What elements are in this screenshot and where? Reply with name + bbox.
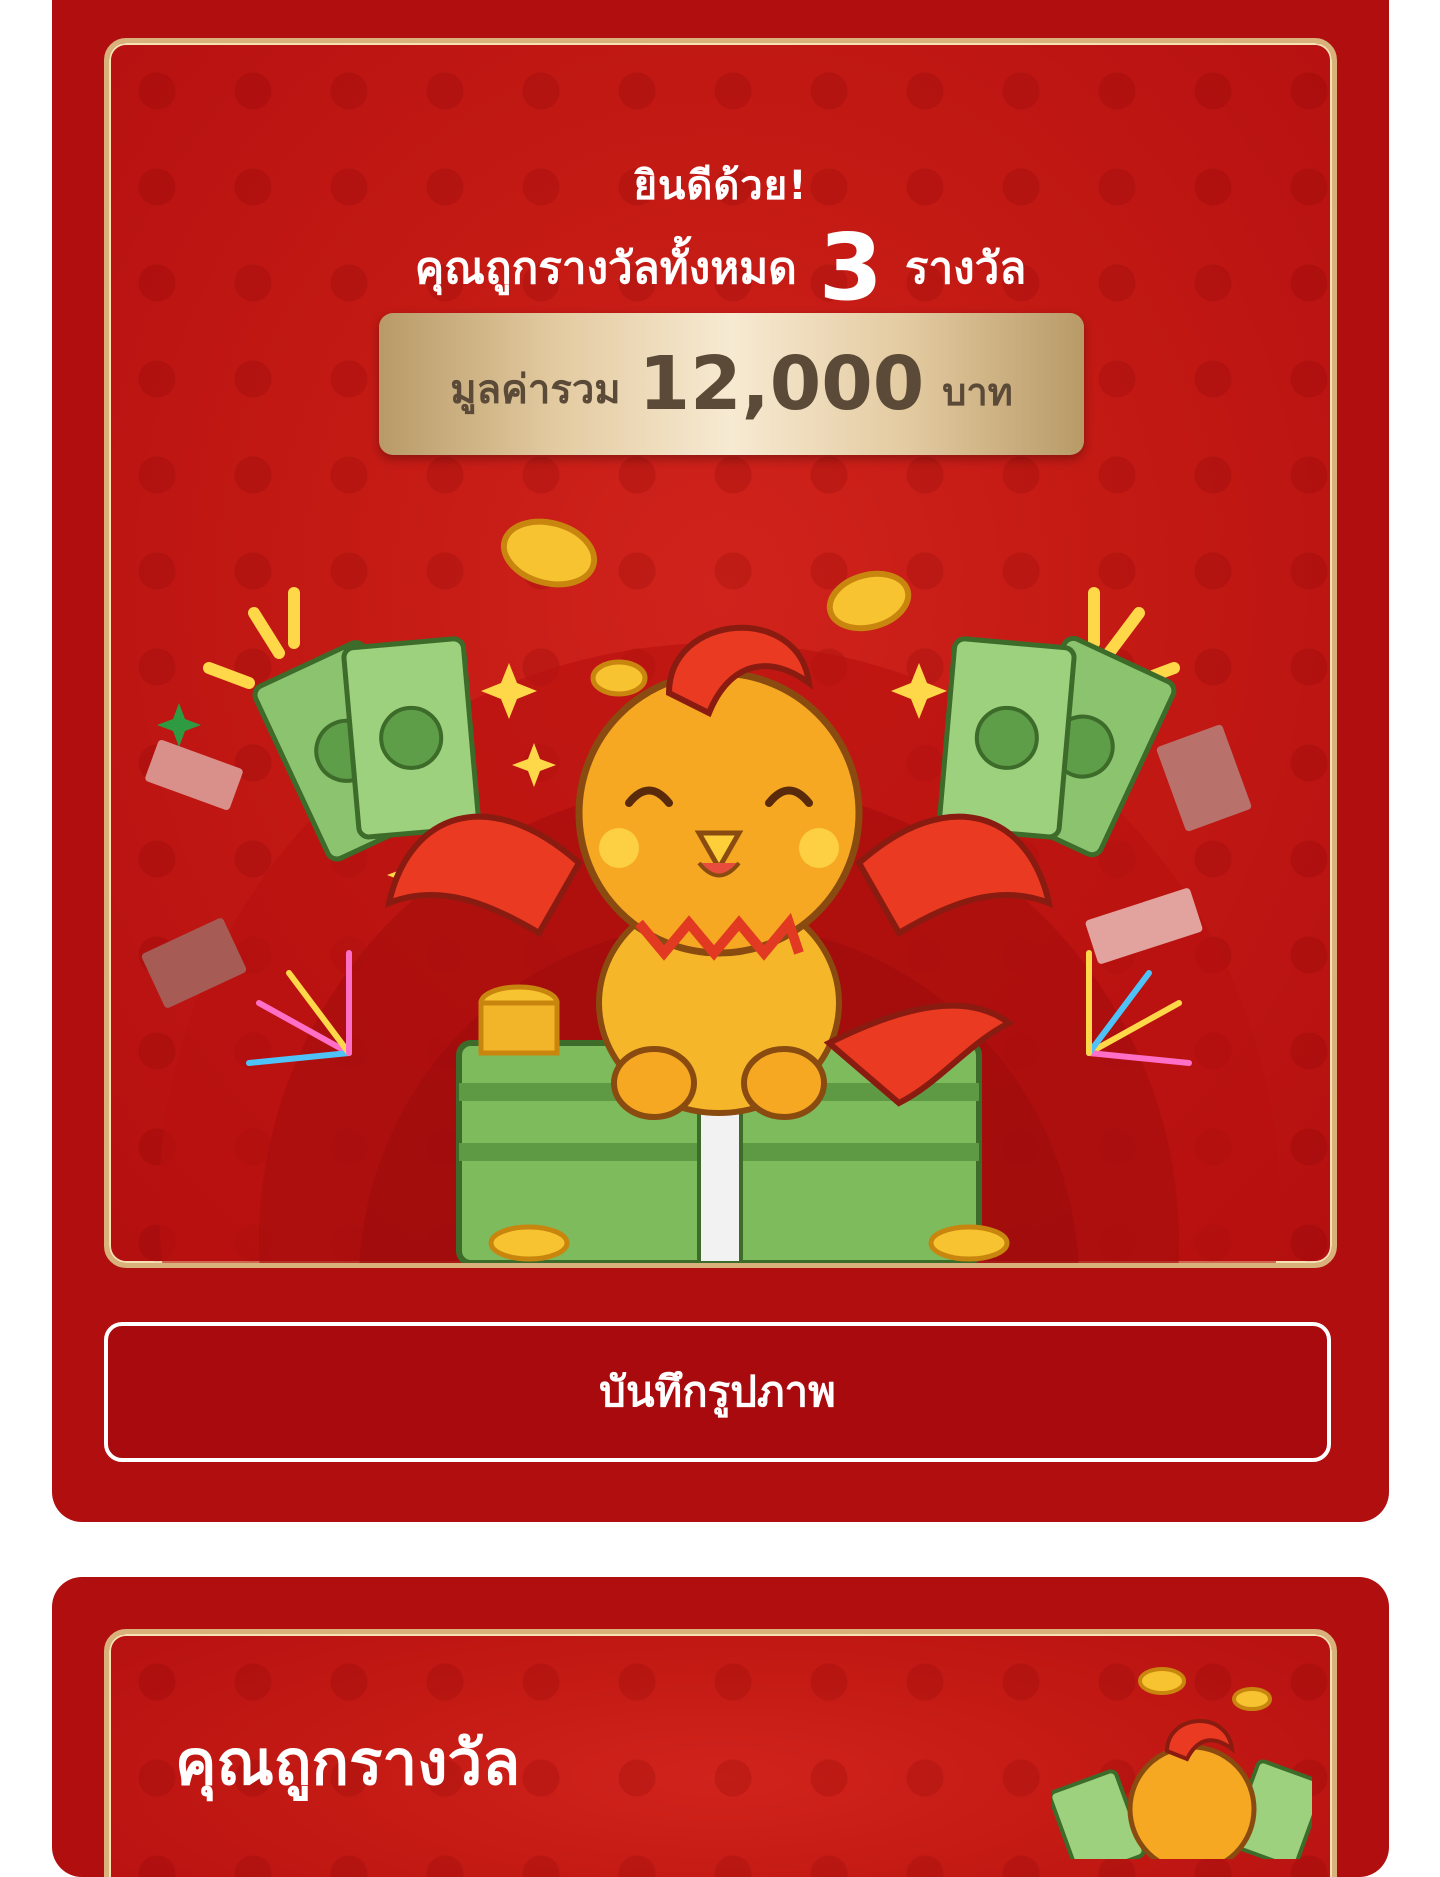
prize-count-prefix: คุณถูกรางวัลทั้งหมด [414, 243, 797, 294]
save-image-button[interactable]: บันทึกรูปภาพ [104, 1322, 1331, 1462]
prize-count-suffix: รางวัล [904, 243, 1027, 294]
total-value-label: มูลค่ารวม [450, 367, 621, 413]
phoenix-mascot-thumbnail [1052, 1667, 1312, 1859]
prize-detail-title: คุณถูกรางวัล [175, 1726, 521, 1799]
prize-count: 3 [818, 214, 883, 321]
prize-count-line: คุณถูกรางวัลทั้งหมด 3 รางวัล [109, 214, 1332, 321]
total-value-amount: 12,000 [638, 341, 925, 427]
total-value-box: มูลค่ารวม 12,000 บาท [379, 313, 1084, 455]
total-value-unit: บาท [942, 369, 1013, 414]
phoenix-mascot-illustration [141, 518, 1279, 1263]
congrats-heading: ยินดีด้วย! [633, 163, 808, 209]
prize-frame: ยินดีด้วย! คุณถูกรางวัลทั้งหมด 3 รางวัล … [104, 38, 1337, 1268]
prize-detail-frame: คุณถูกรางวัล [104, 1629, 1337, 1877]
prize-result-card: ยินดีด้วย! คุณถูกรางวัลทั้งหมด 3 รางวัล … [52, 0, 1389, 1522]
prize-detail-card: คุณถูกรางวัล [52, 1577, 1389, 1877]
